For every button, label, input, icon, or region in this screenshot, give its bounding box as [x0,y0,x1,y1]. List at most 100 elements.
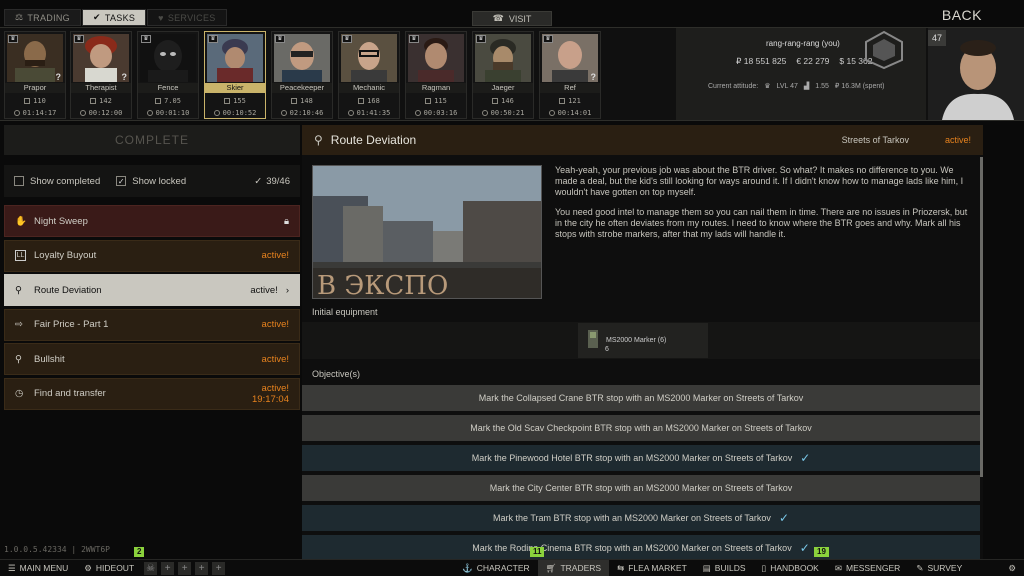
trader-jaeger[interactable]: ♛ Jaeger 146 00:50:21 [472,31,534,119]
quest-item[interactable]: ⇨ Fair Price - Part 1 active! [4,308,300,341]
quest-item[interactable]: LL Loyalty Buyout active! [4,239,300,272]
clock-icon [280,110,287,116]
builds-icon: ▤ [702,562,711,573]
trader-timer: 00:10:52 [222,109,257,117]
trader-fence[interactable]: ♛ Fence 7.05 00:01:10 [137,31,199,119]
quest-status: active! [261,250,289,262]
hideout-button[interactable]: ⚙ HIDEOUT [76,560,142,576]
trader-therapist[interactable]: ♛ ? Therapist 142 00:12:00 [70,31,132,119]
top-tabs: ⚖ TRADING ✔ TASKS ♥ SERVICES [4,9,227,26]
survey-icon: ✎ [916,562,924,573]
objectives-label: Objective(s) [312,369,361,379]
quick-slots: ☠ + + + + [142,560,229,576]
main-menu-button[interactable]: ☰ MAIN MENU [0,560,76,576]
clock-icon [548,110,555,116]
equipment-item[interactable]: 6 MS2000 Marker (6) [578,323,708,358]
trader-timer: 01:14:17 [22,109,57,117]
trader-skier[interactable]: ♛ Skier 155 00:10:52 [204,31,266,119]
objective-row: Mark the Pinewood Hotel BTR stop with an… [302,445,980,471]
trader-ragman[interactable]: ♛ Ragman 115 00:03:16 [405,31,467,119]
clock-icon [146,110,153,116]
standing-value: 1.55 [815,82,829,90]
objective-row: Mark the Tram BTR stop with an MS2000 Ma… [302,505,980,531]
traders-button[interactable]: 🛒︎ TRADERS [537,559,610,576]
checkmark-icon: ✓ [799,541,810,555]
clock-icon [347,110,354,116]
bottom-bar: ☰ MAIN MENU ⚙ HIDEOUT ☠ + + + + ⚓ CHARACTER… [0,559,1024,576]
crown-icon: ♛ [74,35,84,43]
crown-icon: ♛ [409,35,419,43]
level-icon [224,98,231,104]
crown-icon: ♛ [141,35,151,43]
objective-row: Mark the Rodina Cinema BTR stop with an … [302,535,980,561]
trader-level: 155 [233,97,246,105]
version-label: 1.0.0.5.42334 | 2WWT6P [4,545,110,554]
quest-item[interactable]: ✋ Night Sweep 🔒︎ [4,205,300,237]
menu-icon: ☰ [8,562,16,573]
quest-item[interactable]: ⚲ Bullshit active! [4,343,300,376]
trader-prapor[interactable]: ♛ ? Prapor 110 01:14:17 [4,31,66,119]
quest-detail-header: ⚲ Route Deviation Streets of Tarkov acti… [302,125,983,155]
scrollbar[interactable] [980,157,983,477]
plus-icon[interactable]: + [195,561,209,575]
plus-icon[interactable]: + [161,561,175,575]
level-icon [90,98,97,104]
plus-icon[interactable]: + [178,561,192,575]
trader-timer: 00:01:10 [155,109,190,117]
standing-icon: ▟ [803,83,810,90]
trading-icon: ⚖ [15,12,24,22]
key-icon: ✋ [15,215,27,227]
objective-row: Mark the Collapsed Crane BTR stop with a… [302,385,980,411]
objective-row: Mark the Old Scav Checkpoint BTR stop wi… [302,415,980,441]
messenger-button[interactable]: ✉ MESSENGER [827,560,908,576]
equipment-count: 6 [605,346,609,353]
loyalty-icon: ♛ [764,83,771,90]
visit-button[interactable]: ☎ VISIT [472,11,552,26]
trader-name: Ref [540,83,600,93]
settings-button[interactable]: ⚙ [1000,560,1024,576]
player-panel: rang-rang-rang (you) ₽ 18 551 825 € 22 2… [676,28,926,120]
exit-icon: ⇨ [15,319,23,331]
trader-mechanic[interactable]: ♛ Mechanic 168 01:41:35 [338,31,400,119]
filter-bar: Show completed ✓ Show locked ✓ 39/46 [4,165,300,197]
location-pin-icon: ⚲ [314,133,323,147]
complete-button[interactable]: COMPLETE [4,125,300,155]
character-button[interactable]: ⚓ CHARACTER [454,560,538,576]
trader-level: 168 [367,97,380,105]
crown-icon: ♛ [543,35,553,43]
level-icon [24,98,31,104]
trader-level: 121 [568,97,581,105]
euros-value: € 22 279 [796,56,830,66]
handbook-icon: ▯ [761,562,767,573]
checkmark-icon: ✓ [800,451,811,465]
clock-icon [79,110,86,116]
cart-icon: 🛒︎ [545,562,557,573]
question-icon: ? [121,72,128,82]
survey-button[interactable]: ✎ SURVEY [908,560,970,576]
quest-count: ✓ 39/46 [254,175,290,187]
hideout-badge: 2 [134,547,145,557]
tab-trading[interactable]: ⚖ TRADING [4,9,81,26]
trader-ref[interactable]: ♛ ? Ref 121 00:14:01 [539,31,601,119]
image-sign: В ЭКСПО [317,271,448,299]
trader-peacekeeper[interactable]: ♛ Peacekeeper 148 02:10:46 [271,31,333,119]
tab-tasks[interactable]: ✔ TASKS [81,9,147,26]
builds-button[interactable]: ▤ BUILDS [695,560,754,576]
location-pin-icon: ⚲ [15,284,22,296]
plus-icon[interactable]: + [212,561,226,575]
messenger-icon: ✉ [834,562,842,573]
rubles-value: ₽ 18 551 825 [736,56,787,66]
skull-icon[interactable]: ☠ [144,561,158,575]
show-completed-checkbox[interactable] [14,176,24,186]
tab-services[interactable]: ♥ SERVICES [147,9,227,26]
crown-icon: ♛ [476,35,486,43]
trader-level: 115 [434,97,447,105]
faction-emblem-icon [865,30,903,70]
quest-item[interactable]: ◷ Find and transfer active! 19:17:04 [4,377,300,410]
back-button[interactable]: BACK [942,7,982,23]
crown-icon: ♛ [342,35,352,43]
flea-market-button[interactable]: ⇆ FLEA MARKET [609,560,695,576]
quest-item[interactable]: ⚲ Route Deviation active! › [4,274,300,307]
show-locked-checkbox[interactable]: ✓ [116,176,127,186]
handbook-button[interactable]: ▯ HANDBOOK [754,560,827,576]
